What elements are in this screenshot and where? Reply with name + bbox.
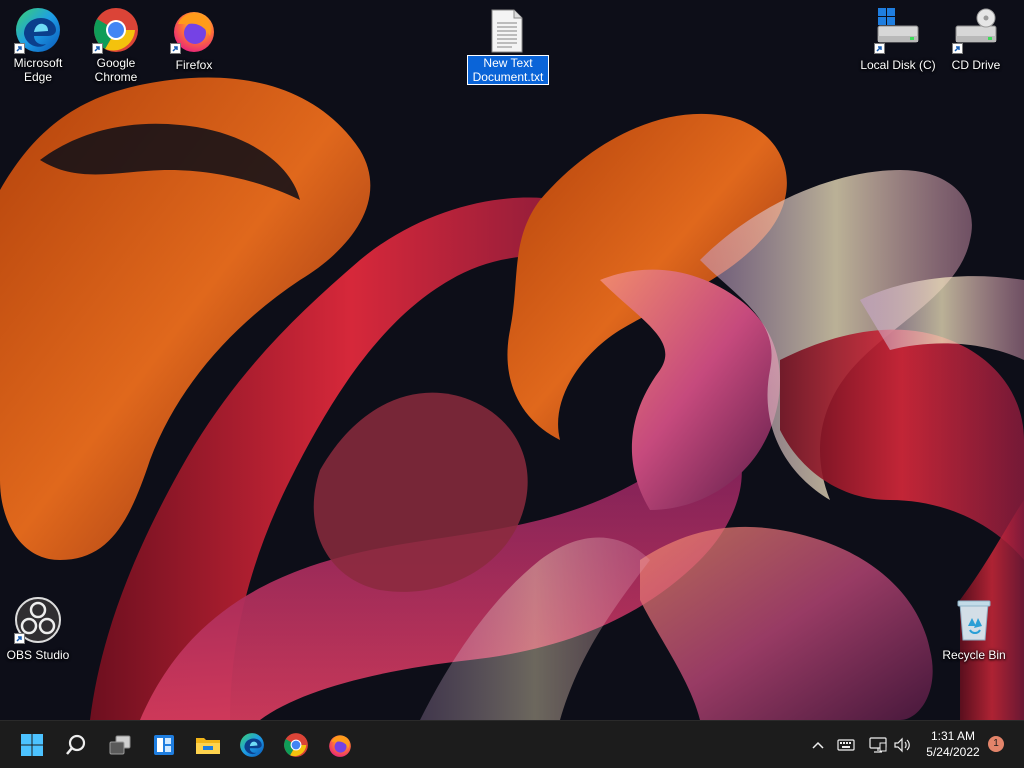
- volume-icon: [894, 737, 910, 753]
- desktop-icon-recycle-bin[interactable]: Recycle Bin: [936, 592, 1012, 664]
- desktop-icon-label: CD Drive: [951, 58, 1001, 72]
- desktop-icon-firefox[interactable]: Firefox: [156, 2, 232, 74]
- notification-badge[interactable]: 1: [988, 736, 1004, 752]
- firefox-icon: [329, 735, 351, 757]
- shortcut-arrow-icon: [952, 43, 963, 54]
- windows-logo-icon: [21, 734, 43, 756]
- shortcut-arrow-icon: [14, 43, 25, 54]
- text-document-icon: [491, 9, 523, 53]
- taskbar-edge-button[interactable]: [232, 725, 272, 765]
- chrome-icon: [284, 733, 308, 757]
- desktop-icon-cd-drive[interactable]: CD Drive: [938, 2, 1014, 74]
- desktop-icon-new-text-document[interactable]: New Text Document.txt: [467, 2, 549, 86]
- taskbar-chrome-button[interactable]: [276, 725, 316, 765]
- folder-icon: [196, 738, 220, 754]
- shortcut-arrow-icon: [874, 43, 885, 54]
- network-button[interactable]: [868, 735, 888, 755]
- search-button[interactable]: [56, 725, 96, 765]
- chevron-up-icon: [812, 741, 824, 749]
- show-hidden-icons-button[interactable]: [808, 735, 828, 755]
- task-view-button[interactable]: [100, 725, 140, 765]
- clock-time: 1:31 AM: [930, 729, 976, 743]
- volume-button[interactable]: [892, 735, 912, 755]
- desktop-icon-microsoft-edge[interactable]: Microsoft Edge: [0, 2, 76, 86]
- desktop-icon-label: Microsoft Edge: [13, 56, 63, 84]
- desktop-icon-label: Firefox: [175, 58, 213, 72]
- desktop-icon-label: New Text Document.txt: [467, 55, 549, 85]
- start-button[interactable]: [12, 725, 52, 765]
- clock-date: 5/24/2022: [926, 745, 980, 759]
- task-view-icon: [109, 735, 131, 755]
- filename-line-2: Document.txt: [472, 70, 544, 84]
- taskbar-firefox-button[interactable]: [320, 725, 360, 765]
- desktop-icon-obs-studio[interactable]: OBS Studio: [0, 592, 76, 664]
- desktop-icon-local-disk[interactable]: Local Disk (C): [858, 2, 938, 74]
- widgets-button[interactable]: [144, 725, 184, 765]
- search-icon: [66, 734, 86, 755]
- desktop-icon-label: OBS Studio: [6, 648, 70, 662]
- desktop-icon-label: Recycle Bin: [942, 648, 1006, 662]
- file-explorer-button[interactable]: [188, 725, 228, 765]
- edge-icon: [240, 733, 264, 757]
- widgets-icon: [154, 735, 174, 755]
- input-indicator-button[interactable]: [836, 735, 856, 755]
- desktop-icon-label: Local Disk (C): [860, 58, 936, 72]
- filename-line-1: New Text: [483, 56, 533, 70]
- desktop[interactable]: Microsoft Edge Google Chrome Firefox New…: [0, 0, 1024, 768]
- shortcut-arrow-icon: [170, 43, 181, 54]
- shortcut-arrow-icon: [92, 43, 103, 54]
- wallpaper: [0, 0, 1024, 720]
- network-icon: [869, 737, 887, 753]
- desktop-icon-label: Google Chrome: [94, 56, 138, 84]
- taskbar: 1:31 AM 5/24/2022 1: [0, 720, 1024, 768]
- clock[interactable]: 1:31 AM 5/24/2022: [916, 728, 990, 760]
- keyboard-icon: [837, 739, 855, 751]
- shortcut-arrow-icon: [14, 633, 25, 644]
- desktop-icon-google-chrome[interactable]: Google Chrome: [78, 2, 154, 86]
- recycle-bin-icon: [957, 600, 991, 641]
